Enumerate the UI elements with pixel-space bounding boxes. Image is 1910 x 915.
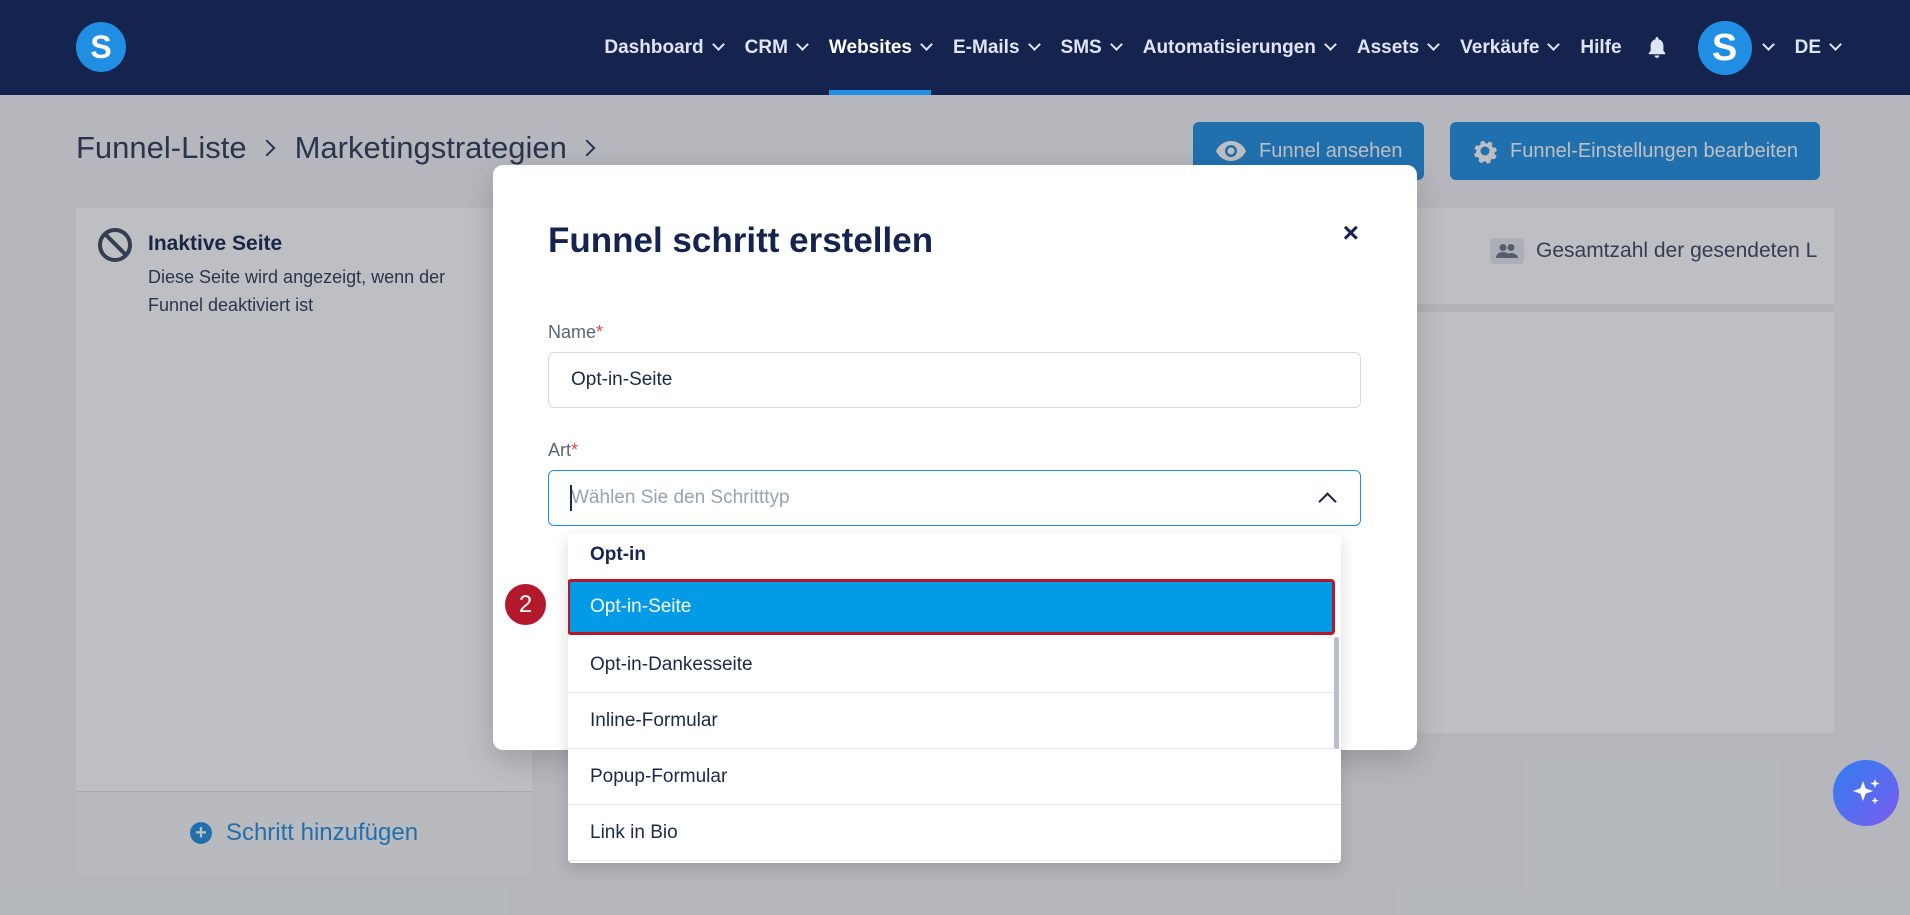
option-link-in-bio[interactable]: Link in Bio bbox=[568, 805, 1341, 861]
nav-item-automatisierungen[interactable]: Automatisierungen bbox=[1142, 0, 1337, 95]
nav-label: Verkäufe bbox=[1460, 36, 1540, 58]
chevron-up-icon[interactable] bbox=[1318, 492, 1337, 511]
bell-icon[interactable] bbox=[1646, 36, 1668, 60]
name-input[interactable]: Opt-in-Seite bbox=[548, 352, 1361, 408]
name-field-label: Name* bbox=[548, 322, 603, 343]
nav-label: Assets bbox=[1356, 36, 1420, 58]
step-number-badge: 2 bbox=[505, 584, 546, 625]
chevron-down-icon bbox=[711, 38, 725, 51]
chevron-down-icon bbox=[1109, 38, 1123, 51]
nav-item-crm[interactable]: CRM bbox=[744, 0, 809, 95]
chevron-down-icon bbox=[1547, 38, 1561, 51]
step-type-select[interactable]: Wählen Sie den Schritttyp bbox=[548, 470, 1361, 526]
nav-label: SMS bbox=[1060, 36, 1102, 58]
nav-label: Websites bbox=[828, 36, 912, 58]
nav-label: Hilfe bbox=[1580, 36, 1622, 58]
nav-item-hilfe[interactable]: Hilfe bbox=[1580, 0, 1621, 95]
nav-label: Automatisierungen bbox=[1142, 36, 1316, 58]
nav-item-dashboard[interactable]: Dashboard bbox=[604, 0, 725, 95]
nav-item-verkaeufe[interactable]: Verkäufe bbox=[1460, 0, 1561, 95]
close-icon[interactable]: × bbox=[1343, 217, 1359, 249]
required-mark: * bbox=[571, 440, 579, 460]
option-popup-form[interactable]: Popup-Formular bbox=[568, 749, 1341, 805]
nav-label: CRM bbox=[744, 36, 788, 58]
chevron-down-icon bbox=[1323, 38, 1337, 51]
chevron-down-icon bbox=[1427, 38, 1441, 51]
nav-item-websites[interactable]: Websites bbox=[828, 0, 933, 95]
top-navigation-bar: S Dashboard CRM Websites E-Mails SMS Aut… bbox=[0, 0, 1910, 95]
chevron-down-icon bbox=[920, 38, 933, 51]
nav-label: Dashboard bbox=[604, 36, 704, 58]
language-selector[interactable]: DE bbox=[1794, 0, 1842, 95]
text-caret bbox=[570, 485, 572, 511]
bell-icon-graphic bbox=[1648, 36, 1665, 58]
option-inline-form[interactable]: Inline-Formular bbox=[568, 693, 1341, 749]
chevron-down-icon bbox=[1027, 38, 1041, 51]
required-mark: * bbox=[596, 322, 604, 342]
type-field-label: Art* bbox=[548, 440, 578, 461]
chevron-down-icon bbox=[796, 38, 809, 51]
option-group-header: Opt-in bbox=[590, 544, 646, 565]
type-label-text: Art bbox=[548, 440, 572, 460]
nav-item-assets[interactable]: Assets bbox=[1356, 0, 1441, 95]
main-nav: Dashboard CRM Websites E-Mails SMS Autom… bbox=[582, 0, 1910, 95]
nav-label: E-Mails bbox=[953, 36, 1020, 58]
language-label: DE bbox=[1794, 36, 1821, 58]
app-logo[interactable]: S bbox=[76, 22, 126, 72]
name-label-text: Name bbox=[548, 322, 597, 342]
user-avatar[interactable]: S bbox=[1697, 20, 1752, 75]
nav-item-sms[interactable]: SMS bbox=[1060, 0, 1123, 95]
option-opt-in-thank-you-page[interactable]: Opt-in-Dankesseite bbox=[568, 637, 1341, 693]
nav-item-emails[interactable]: E-Mails bbox=[953, 0, 1041, 95]
option-opt-in-page[interactable]: Opt-in-Seite bbox=[568, 579, 1335, 635]
chevron-down-icon[interactable] bbox=[1761, 38, 1775, 51]
modal-title: Funnel schritt erstellen bbox=[548, 221, 934, 260]
chevron-down-icon bbox=[1829, 38, 1842, 51]
dropdown-scrollbar[interactable] bbox=[1334, 637, 1339, 749]
name-input-value: Opt-in-Seite bbox=[571, 369, 673, 390]
sparkles-icon bbox=[1853, 779, 1880, 805]
step-type-dropdown: Opt-in Opt-in-Seite Opt-in-Dankesseite I… bbox=[568, 533, 1341, 863]
step-type-placeholder: Wählen Sie den Schritttyp bbox=[571, 487, 790, 508]
ai-assistant-button[interactable] bbox=[1833, 760, 1899, 826]
